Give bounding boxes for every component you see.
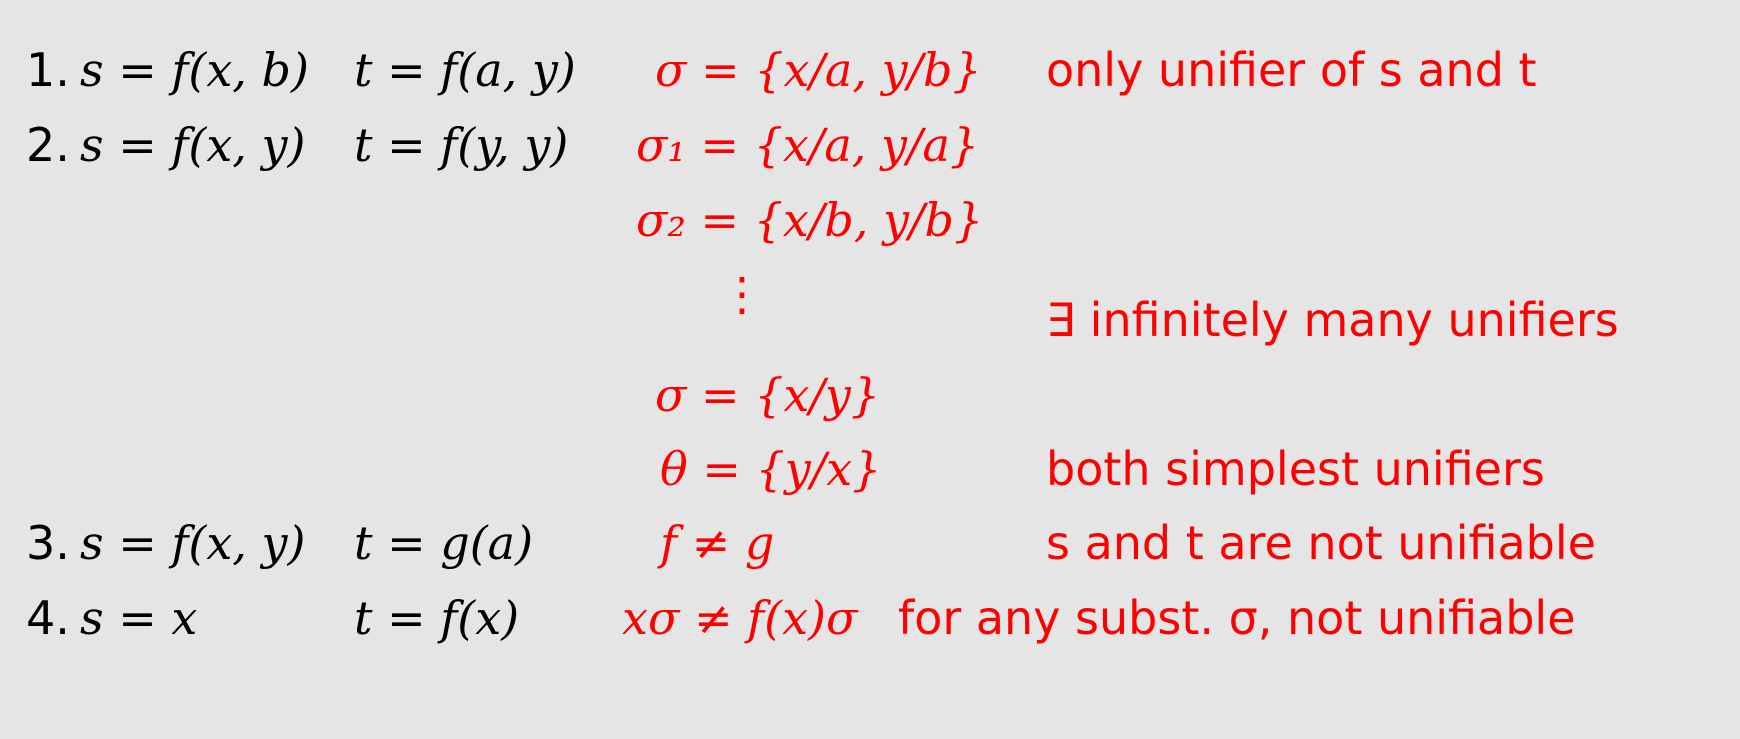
row-3-term-t: t = g(a) [354,516,534,570]
vertical-ellipsis: ⋮ [719,267,765,321]
row-4-number: 4. [26,591,70,645]
row-2-term-s: s = f(x, y) [80,118,306,172]
row-2-unifier-1: σ₁ = {x/a, y/a} [636,118,980,172]
row-1-term-s: s = f(x, b) [80,43,309,97]
row-4-note: for any subst. σ, not unifiable [898,591,1576,645]
row-2-unifier-2: σ₂ = {x/b, y/b} [636,193,984,247]
row-3-term-s: s = f(x, y) [80,516,306,570]
row-2-note: ∃ infinitely many unifiers [1046,293,1619,347]
row-4-term-s: s = x [80,591,198,645]
row-1-term-t: t = f(a, y) [354,43,576,97]
row-4-term-t: t = f(x) [354,591,520,645]
row-3-clash: f ≠ g [660,516,775,570]
row-3-note: s and t are not unifiable [1046,516,1596,570]
row-2-simplest-note: both simplest unifiers [1046,442,1545,496]
row-1-number: 1. [26,43,70,97]
row-3-number: 3. [26,516,70,570]
row-4-occurs-check: xσ ≠ f(x)σ [622,591,858,645]
row-2-term-t: t = f(y, y) [354,118,569,172]
row-2-unifier-simplest-sigma: σ = {x/y} [655,368,881,422]
row-2-unifier-simplest-theta: θ = {y/x} [660,442,882,496]
row-2-number: 2. [26,118,70,172]
row-1-unifier: σ = {x/a, y/b} [655,43,982,97]
row-1-note: only unifier of s and t [1046,43,1537,97]
